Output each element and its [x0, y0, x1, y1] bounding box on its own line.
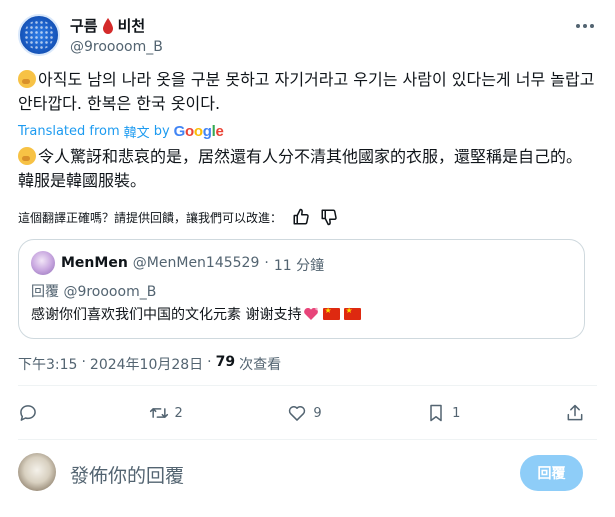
- post-text-translated-content: 令人驚訝和悲哀的是，居然還有人分不清其他國家的衣服，還堅稱是自己的。韓服是韓國服…: [18, 147, 583, 190]
- retweet-count: 2: [174, 405, 183, 421]
- views-label: 次查看: [239, 357, 282, 373]
- divider: [18, 385, 597, 386]
- quote-author-name[interactable]: MenMen: [61, 255, 128, 275]
- google-letter: o: [193, 123, 203, 140]
- quote-avatar[interactable]: [31, 251, 55, 275]
- feedback-question: 這個翻譯正確嗎？請提供回饋，讓我們可以改進：: [18, 210, 283, 225]
- translated-from-label[interactable]: Translated from: [18, 124, 120, 139]
- thumbs-down-icon[interactable]: [320, 208, 338, 226]
- sparkling-heart-icon: [304, 307, 319, 320]
- quote-text-content: 感谢你们喜欢我们中国的文化元素 谢谢支持: [31, 307, 302, 323]
- quote-replying-to: 回覆 @9roooom_B: [31, 284, 157, 300]
- thinking-emoji-icon: [18, 147, 36, 165]
- reply-button[interactable]: 回覆: [520, 455, 583, 491]
- china-flag-icon: [323, 305, 341, 320]
- meta-separator: ·: [207, 354, 212, 370]
- quote-author-handle[interactable]: @MenMen145529: [133, 255, 260, 275]
- author-handle[interactable]: @9roooom_B: [70, 39, 163, 55]
- blood-drop-icon: [102, 17, 113, 34]
- quoted-reply-card[interactable]: MenMen @MenMen145529 · 11 分鐘 回覆 @9roooom…: [18, 239, 585, 339]
- translated-by-label[interactable]: by: [154, 124, 170, 139]
- more-icon[interactable]: [573, 18, 597, 34]
- share-icon[interactable]: [565, 403, 585, 423]
- bookmark-icon[interactable]: [426, 403, 446, 423]
- google-letter: G: [173, 123, 186, 140]
- author-avatar[interactable]: [18, 14, 60, 56]
- like-action[interactable]: 9: [287, 403, 322, 423]
- google-letter: g: [202, 123, 212, 140]
- reply-input[interactable]: 發佈你的回覆: [70, 461, 184, 488]
- quote-header: MenMen @MenMen145529 · 11 分鐘: [61, 255, 324, 275]
- translation-attribution[interactable]: Translated from 韓文 by Google: [18, 122, 224, 141]
- quote-time[interactable]: 11 分鐘: [274, 255, 324, 275]
- current-user-avatar[interactable]: [18, 453, 56, 491]
- meta-separator: ·: [81, 354, 86, 370]
- post-text-translated: 令人驚訝和悲哀的是，居然還有人分不清其他國家的衣服，還堅稱是自己的。韓服是韓國服…: [18, 145, 596, 193]
- google-logo: Google: [174, 123, 224, 140]
- bookmark-action[interactable]: 1: [426, 403, 460, 423]
- like-icon[interactable]: [287, 403, 307, 423]
- post-text-korean: 아직도 남의 나라 옷을 구분 못하고 자기거라고 우기는 사람이 있다는게 너…: [18, 68, 596, 116]
- google-letter: o: [185, 123, 194, 140]
- quote-separator: ·: [264, 255, 269, 271]
- post-meta: 下午3:15 · 2024年10月28日 · 79 次查看: [18, 354, 281, 374]
- post-time[interactable]: 下午3:15: [18, 354, 77, 374]
- post-text-korean-content: 아직도 남의 나라 옷을 구분 못하고 자기거라고 우기는 사람이 있다는게 너…: [18, 70, 595, 113]
- author-name-prefix[interactable]: 구름: [70, 15, 98, 36]
- like-count: 9: [313, 405, 322, 421]
- china-flag-icon: [344, 305, 362, 320]
- views-count: 79: [215, 354, 236, 370]
- translated-language[interactable]: 韓文: [124, 122, 150, 141]
- author-name-suffix[interactable]: 비천: [118, 15, 146, 36]
- thinking-emoji-icon: [18, 70, 36, 88]
- retweet-action[interactable]: 2: [149, 403, 183, 423]
- thumbs-up-icon[interactable]: [292, 208, 310, 226]
- divider: [18, 439, 597, 440]
- google-letter: e: [215, 123, 224, 140]
- reply-icon[interactable]: [18, 403, 38, 423]
- translation-feedback: 這個翻譯正確嗎？請提供回饋，讓我們可以改進：: [18, 208, 338, 226]
- retweet-icon[interactable]: [149, 403, 169, 423]
- quote-text: 感谢你们喜欢我们中国的文化元素 谢谢支持: [31, 304, 362, 324]
- post-date[interactable]: 2024年10月28日: [90, 354, 203, 374]
- bookmark-count: 1: [452, 405, 461, 421]
- reply-action[interactable]: [18, 403, 44, 423]
- action-bar: 2 9 1: [18, 399, 585, 427]
- share-action[interactable]: [565, 403, 585, 423]
- author-name[interactable]: 구름 비천: [70, 15, 145, 36]
